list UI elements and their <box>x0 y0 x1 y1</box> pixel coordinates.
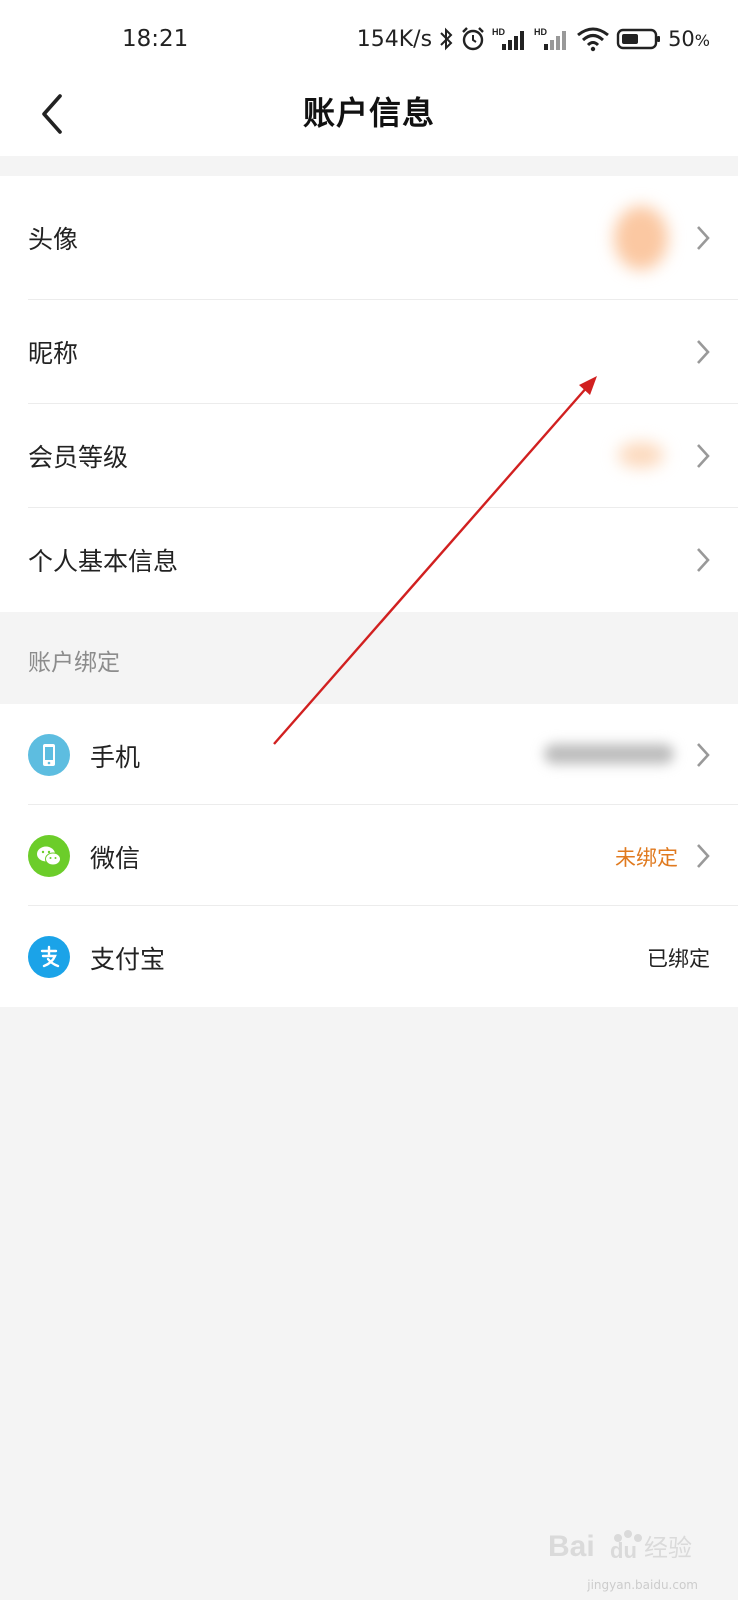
chevron-right-icon <box>697 844 710 868</box>
battery-value: 50 <box>668 27 695 51</box>
binding-row-wechat[interactable]: 微信 未绑定 <box>0 805 738 906</box>
avatar-row[interactable]: 头像 <box>0 176 738 300</box>
network-speed: 154K/s <box>356 26 433 52</box>
svg-text:Bai: Bai <box>548 1530 595 1563</box>
avatar-label: 头像 <box>28 225 79 254</box>
personal-info-label: 个人基本信息 <box>28 547 179 576</box>
chevron-right-icon <box>697 340 710 364</box>
binding-row-phone[interactable]: 手机 <box>0 704 738 805</box>
binding-row-alipay[interactable]: 支付宝 已绑定 <box>0 906 738 1007</box>
personal-info-row[interactable]: 个人基本信息 <box>0 508 738 612</box>
signal-hd-icon: HD <box>492 27 525 50</box>
nav-bar: 账户信息 <box>0 80 738 156</box>
chevron-right-icon <box>697 548 710 572</box>
status-bar: 18:21 154K/s HD HD 50% <box>0 0 738 80</box>
section-title-binding: 账户绑定 <box>28 650 120 676</box>
alipay-status: 已绑定 <box>647 947 710 971</box>
nickname-row[interactable]: 昵称 <box>0 300 738 404</box>
bluetooth-icon <box>440 27 453 51</box>
binding-group: 手机 微信 未绑定 支付宝 已绑定 <box>0 704 738 1007</box>
signal-hd-icon-2: HD <box>534 27 567 50</box>
chevron-right-icon <box>697 743 710 767</box>
alarm-icon <box>462 27 484 51</box>
svg-text:du: du <box>610 1538 637 1563</box>
baidu-watermark-logo: Bai du 经验 <box>548 1530 692 1563</box>
phone-number-value <box>544 744 674 764</box>
phone-icon <box>28 734 70 776</box>
nickname-label: 昵称 <box>28 339 79 368</box>
wechat-status: 未绑定 <box>615 846 678 870</box>
status-time: 18:21 <box>122 26 189 52</box>
svg-text:HD: HD <box>492 27 505 37</box>
avatar-thumbnail <box>614 206 668 270</box>
battery-icon <box>616 28 661 50</box>
svg-text:HD: HD <box>534 27 547 37</box>
chevron-right-icon <box>697 444 710 468</box>
battery-unit: % <box>694 31 710 50</box>
binding-label-wechat: 微信 <box>90 844 141 873</box>
binding-label-alipay: 支付宝 <box>90 945 166 974</box>
chevron-right-icon <box>697 226 710 250</box>
binding-label-phone: 手机 <box>90 743 141 772</box>
member-level-label: 会员等级 <box>28 443 129 472</box>
page-title: 账户信息 <box>302 94 435 132</box>
profile-group: 头像 昵称 会员等级 个人基本信息 <box>0 176 738 612</box>
svg-text:经验: 经验 <box>644 1534 692 1562</box>
battery-percent: 50% <box>668 27 710 51</box>
status-indicators: 154K/s HD HD 50% <box>357 26 710 52</box>
wifi-icon <box>577 27 609 52</box>
alipay-icon <box>28 936 70 978</box>
member-level-badge <box>618 442 664 468</box>
watermark-url: jingyan.baidu.com <box>587 1578 698 1592</box>
wechat-icon <box>28 835 70 877</box>
member-level-row[interactable]: 会员等级 <box>0 404 738 508</box>
